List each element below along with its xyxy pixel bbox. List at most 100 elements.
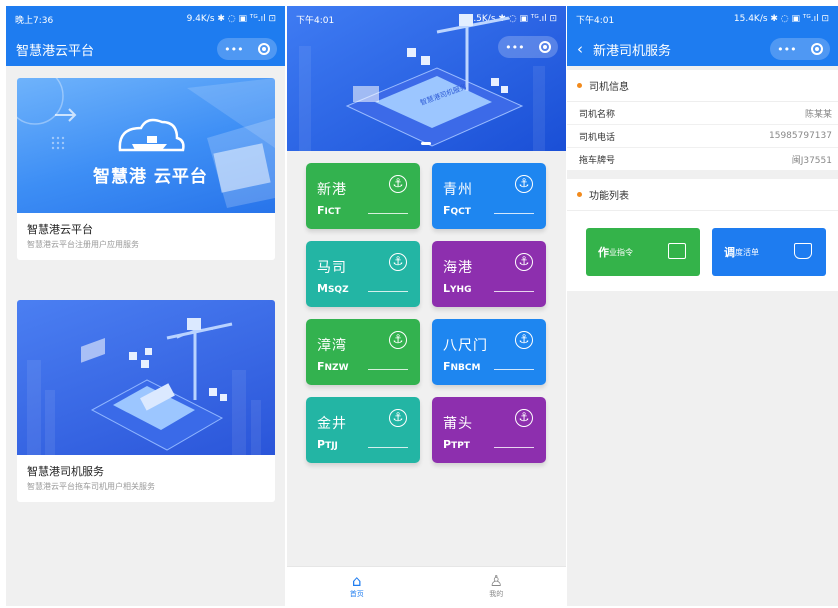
status-bar: 晚上7:36 9.4K/s ✱ ◌ ▣ ᵀᴳ.ıl ⊡ bbox=[6, 6, 285, 32]
tab-label: 首页 bbox=[349, 590, 364, 598]
anchor-icon: ⚓ bbox=[515, 175, 533, 193]
back-chevron-icon[interactable]: ‹ bbox=[577, 40, 583, 58]
more-button[interactable]: ••• bbox=[224, 43, 243, 56]
port-code-initial: F bbox=[317, 204, 325, 217]
port-code-initial: P bbox=[443, 438, 452, 451]
platform-banner: 智慧港 云平台 bbox=[17, 78, 275, 213]
port-name: 海港 bbox=[443, 260, 473, 276]
more-button[interactable]: ••• bbox=[505, 41, 524, 54]
anchor-icon: ⚓ bbox=[515, 409, 533, 427]
header-bar: 下午4:01 15.4K/s ✱ ◌ ▣ ᵀᴳ.ıl ⊡ ‹ 新港司机服务 ••… bbox=[567, 6, 838, 66]
port-code: FICT bbox=[317, 204, 341, 217]
info-value: 陈某某 bbox=[804, 109, 832, 120]
home-icon: ⌂ bbox=[351, 572, 362, 590]
port-card[interactable]: 莆头 PTPT ⚓ bbox=[432, 397, 546, 463]
truck-icon bbox=[794, 243, 812, 259]
port-code: FNBCM bbox=[443, 360, 480, 373]
port-name: 漳湾 bbox=[317, 338, 347, 354]
phone-screen-ports: 下午4:01 2.5K/s ✱ ◌ ▣ ᵀᴳ.ıl ⊡ 智慧港司机服务 ••• … bbox=[287, 6, 566, 606]
nav-bar: ‹ 新港司机服务 ••• bbox=[567, 32, 838, 66]
close-target-icon[interactable] bbox=[810, 43, 823, 55]
port-name: 青州 bbox=[443, 182, 473, 198]
port-code-initial: P bbox=[317, 438, 326, 451]
underline-divider bbox=[494, 213, 534, 214]
info-label: 司机电话 bbox=[579, 132, 616, 143]
info-row: 拖车牌号 闽J37551 bbox=[567, 148, 838, 171]
anchor-icon: ⚓ bbox=[515, 331, 533, 349]
page-title: 智慧港云平台 bbox=[16, 43, 95, 59]
port-card[interactable]: 青州 FQCT ⚓ bbox=[432, 163, 546, 229]
platform-card[interactable]: 智慧港 云平台 智慧港云平台 智慧港云平台注册用户应用服务 bbox=[17, 78, 275, 260]
phone-screen-platform: 晚上7:36 9.4K/s ✱ ◌ ▣ ᵀᴳ.ıl ⊡ 智慧港云平台 ••• 智… bbox=[6, 6, 285, 606]
info-value: 闽J37551 bbox=[791, 155, 832, 166]
status-indicators: 15.4K/s ✱ ◌ ▣ ᵀᴳ.ıl ⊡ bbox=[733, 14, 829, 24]
status-indicators: 9.4K/s ✱ ◌ ▣ ᵀᴳ.ıl ⊡ bbox=[186, 14, 276, 24]
port-code-rest: TJJ bbox=[325, 441, 338, 451]
info-label: 司机名称 bbox=[579, 109, 616, 120]
bullet-dot-icon bbox=[577, 192, 582, 197]
driver-banner bbox=[17, 300, 275, 455]
button-first-char: 调 bbox=[724, 246, 735, 259]
driver-info-section: 司机信息 司机名称 陈某某 司机电话 15985797137 拖车牌号 闽J37… bbox=[567, 70, 838, 171]
port-card[interactable]: 金井 PTJJ ⚓ bbox=[306, 397, 420, 463]
underline-divider bbox=[494, 369, 534, 370]
underline-divider bbox=[368, 291, 408, 292]
port-name: 金井 bbox=[317, 416, 347, 432]
bottom-tab-bar: ⌂ 首页 ♙ 我的 bbox=[287, 566, 566, 606]
work-order-button[interactable]: 作 业指令 bbox=[586, 228, 700, 276]
mini-program-capsule: ••• bbox=[217, 38, 277, 60]
port-code: PTPT bbox=[443, 438, 470, 451]
close-target-icon[interactable] bbox=[538, 41, 551, 53]
mini-program-capsule: ••• bbox=[498, 36, 558, 58]
port-code: LYHG bbox=[443, 282, 471, 295]
info-value: 15985797137 bbox=[769, 131, 832, 141]
section-header: 功能列表 bbox=[567, 179, 838, 211]
tab-label: 我的 bbox=[489, 590, 504, 598]
section-header: 司机信息 bbox=[567, 70, 838, 102]
port-name: 新港 bbox=[317, 182, 347, 198]
header-bar: 晚上7:36 9.4K/s ✱ ◌ ▣ ᵀᴳ.ıl ⊡ 智慧港云平台 ••• bbox=[6, 6, 285, 66]
cash-register-icon bbox=[668, 243, 686, 259]
anchor-icon: ⚓ bbox=[515, 253, 533, 271]
port-name: 莆头 bbox=[443, 416, 473, 432]
port-card[interactable]: 海港 LYHG ⚓ bbox=[432, 241, 546, 307]
port-card[interactable]: 新港 FICT ⚓ bbox=[306, 163, 420, 229]
underline-divider bbox=[368, 369, 408, 370]
tab-home[interactable]: ⌂ 首页 bbox=[287, 567, 427, 606]
user-icon: ♙ bbox=[489, 572, 503, 590]
port-code-initial: L bbox=[443, 282, 451, 295]
anchor-icon: ⚓ bbox=[389, 331, 407, 349]
port-code-initial: F bbox=[317, 360, 325, 373]
nav-bar: 智慧港云平台 ••• bbox=[6, 32, 285, 66]
tab-mine[interactable]: ♙ 我的 bbox=[427, 567, 567, 606]
port-card[interactable]: 八尺门 FNBCM ⚓ bbox=[432, 319, 546, 385]
port-code-initial: F bbox=[443, 360, 451, 373]
status-bar: 下午4:01 15.4K/s ✱ ◌ ▣ ᵀᴳ.ıl ⊡ bbox=[567, 6, 838, 32]
driver-service-card[interactable]: 智慧港司机服务 智慧港云平台拖车司机用户相关服务 bbox=[17, 300, 275, 502]
port-code-rest: QCT bbox=[450, 207, 471, 217]
card-subtitle: 智慧港云平台注册用户应用服务 bbox=[27, 240, 139, 249]
hero-banner[interactable]: 下午4:01 2.5K/s ✱ ◌ ▣ ᵀᴳ.ıl ⊡ 智慧港司机服务 ••• bbox=[287, 6, 566, 151]
button-label: 业指令 bbox=[609, 247, 633, 257]
card-title: 智慧港司机服务 bbox=[27, 465, 104, 478]
info-row: 司机名称 陈某某 bbox=[567, 102, 838, 125]
port-code-rest: TPT bbox=[451, 441, 470, 451]
button-label: 度活单 bbox=[735, 247, 759, 257]
port-card[interactable]: 马司 MSQZ ⚓ bbox=[306, 241, 420, 307]
mini-program-capsule: ••• bbox=[770, 38, 830, 60]
card-subtitle: 智慧港云平台拖车司机用户相关服务 bbox=[27, 482, 155, 491]
port-name: 马司 bbox=[317, 260, 347, 276]
dispatch-order-button[interactable]: 调 度活单 bbox=[712, 228, 826, 276]
underline-divider bbox=[494, 447, 534, 448]
port-code: MSQZ bbox=[317, 282, 349, 295]
port-card[interactable]: 漳湾 FNZW ⚓ bbox=[306, 319, 420, 385]
anchor-icon: ⚓ bbox=[389, 409, 407, 427]
bullet-dot-icon bbox=[577, 83, 582, 88]
isometric-port-illustration bbox=[27, 318, 261, 455]
page-title: 新港司机服务 bbox=[593, 43, 672, 59]
section-title: 功能列表 bbox=[589, 191, 629, 202]
more-button[interactable]: ••• bbox=[777, 43, 796, 56]
port-code-rest: SQZ bbox=[327, 285, 349, 295]
anchor-icon: ⚓ bbox=[389, 175, 407, 193]
close-target-icon[interactable] bbox=[257, 43, 270, 55]
